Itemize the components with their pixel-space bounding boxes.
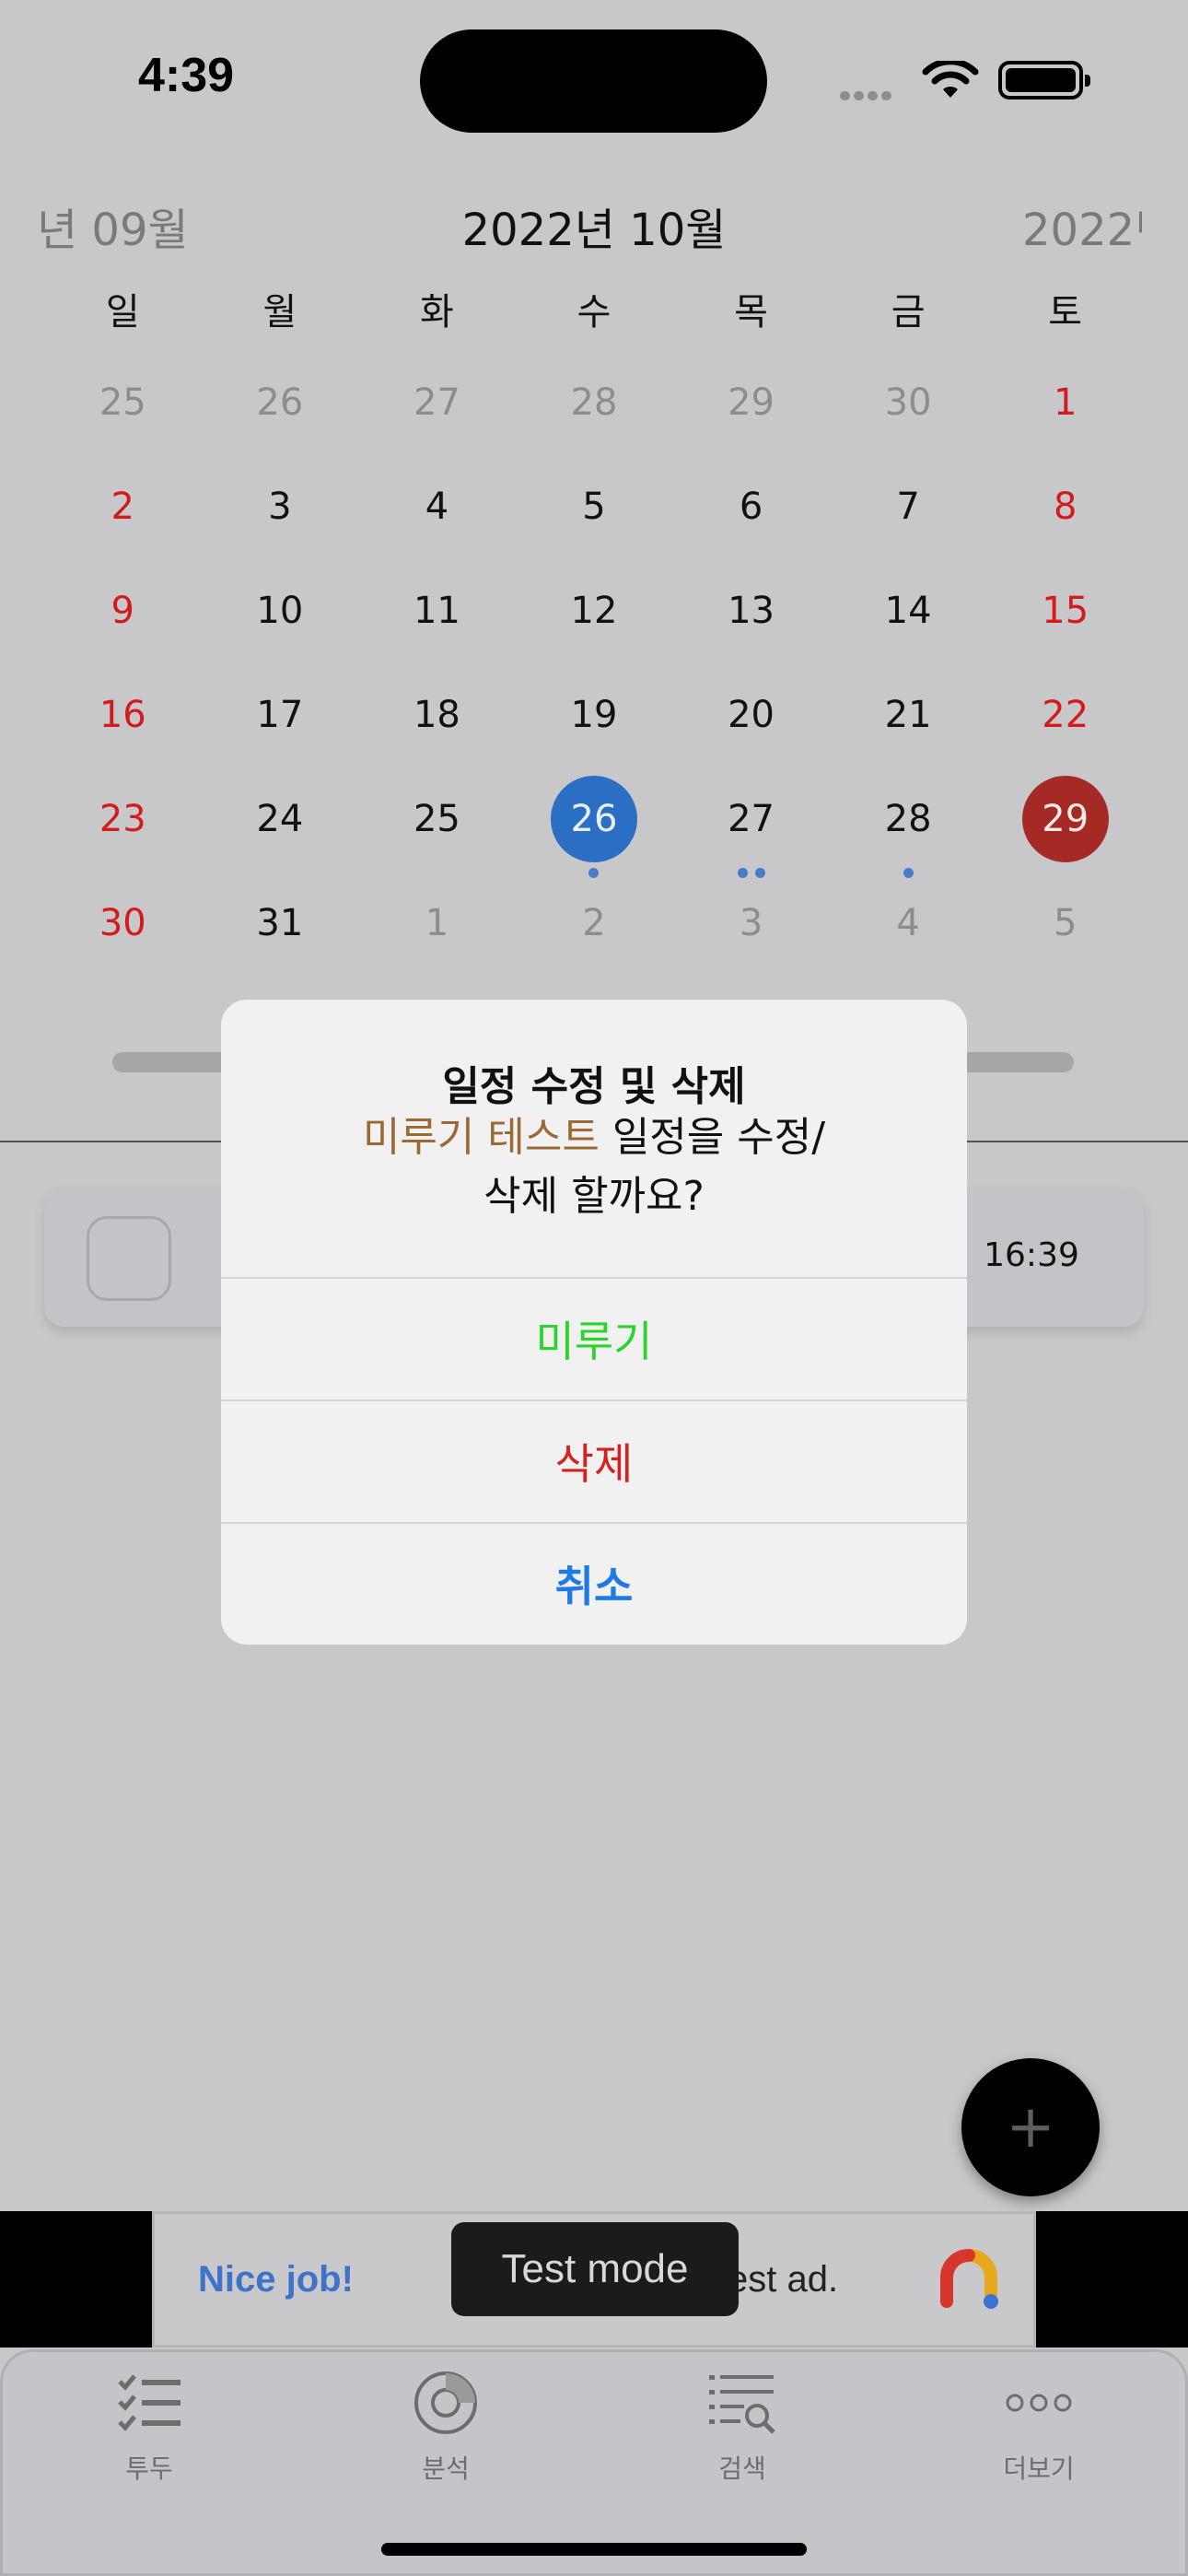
calendar-day[interactable]: 18 bbox=[358, 664, 516, 768]
calendar-day[interactable]: 23 bbox=[44, 768, 202, 872]
calendar-day[interactable]: 8 bbox=[986, 456, 1144, 560]
weekday-wed: 수 bbox=[577, 291, 611, 334]
todo-time: 16:39 bbox=[984, 1236, 1079, 1274]
admob-logo-icon bbox=[940, 2249, 998, 2309]
calendar-day[interactable]: 10 bbox=[202, 560, 359, 664]
ad-body-text: est ad. bbox=[728, 2259, 839, 2300]
calendar-day[interactable]: 26 bbox=[202, 352, 359, 456]
previous-month-label[interactable]: 년 09월 bbox=[37, 193, 184, 258]
tab-label: 분석 bbox=[422, 2453, 470, 2484]
postpone-button[interactable]: 미루기 bbox=[221, 1279, 967, 1399]
calendar-day[interactable]: 1 bbox=[986, 352, 1144, 456]
calendar-day[interactable]: 29 bbox=[672, 352, 830, 456]
calendar-day[interactable]: 6 bbox=[672, 456, 830, 560]
chart-icon bbox=[414, 2371, 477, 2434]
tab-more[interactable]: 더보기 bbox=[938, 2366, 1140, 2486]
calendar-day[interactable]: 5 bbox=[516, 456, 673, 560]
calendar-grid: 25 26 27 28 29 30 1 2 3 4 5 6 7 8 9 10 1… bbox=[44, 352, 1144, 977]
calendar-day[interactable]: 30 bbox=[830, 352, 987, 456]
calendar-day[interactable]: 14 bbox=[830, 560, 987, 664]
weekday-header: 일 월 화 수 목 금 토 bbox=[44, 282, 1144, 335]
tab-analysis[interactable]: 분석 bbox=[344, 2366, 547, 2486]
delete-button[interactable]: 삭제 bbox=[221, 1401, 967, 1521]
tab-label: 투두 bbox=[125, 2453, 173, 2484]
calendar-day[interactable]: 4 bbox=[358, 456, 516, 560]
calendar-day[interactable]: 31 bbox=[202, 872, 359, 977]
tab-label: 더보기 bbox=[1003, 2453, 1075, 2484]
cancel-button[interactable]: 취소 bbox=[221, 1524, 967, 1644]
checklist-icon bbox=[118, 2374, 181, 2431]
calendar-day[interactable]: 27 bbox=[358, 352, 516, 456]
tab-todo[interactable]: 투두 bbox=[48, 2366, 250, 2486]
add-todo-button[interactable]: + bbox=[961, 2058, 1100, 2196]
calendar-day[interactable]: 24 bbox=[202, 768, 359, 872]
status-time: 4:39 bbox=[138, 49, 235, 102]
calendar-day[interactable]: 21 bbox=[830, 664, 987, 768]
calendar-day[interactable]: 4 bbox=[830, 872, 987, 977]
dynamic-island bbox=[420, 29, 767, 133]
calendar-day[interactable]: 15 bbox=[986, 560, 1144, 664]
ad-headline: Nice job! bbox=[198, 2259, 354, 2300]
more-icon bbox=[1006, 2394, 1072, 2412]
calendar-day[interactable]: 25 bbox=[44, 352, 202, 456]
wifi-icon bbox=[922, 61, 979, 98]
calendar-day[interactable]: 28 bbox=[516, 352, 673, 456]
calendar-day[interactable]: 2 bbox=[516, 872, 673, 977]
calendar-day[interactable]: 17 bbox=[202, 664, 359, 768]
calendar-day-selected[interactable]: 26 bbox=[516, 768, 673, 878]
selected-day-marker: 26 bbox=[550, 776, 637, 862]
weekday-thu: 목 bbox=[734, 291, 768, 334]
dialog-event-name: 미루기 테스트 bbox=[362, 1114, 600, 1161]
calendar-day[interactable]: 13 bbox=[672, 560, 830, 664]
edit-delete-dialog: 일정 수정 및 삭제 미루기 테스트 일정을 수정/ 삭제 할까요? 미루기 삭… bbox=[221, 1000, 967, 1645]
calendar-day[interactable]: 2 bbox=[44, 456, 202, 560]
calendar-day[interactable]: 30 bbox=[44, 872, 202, 977]
calendar-day[interactable]: 9 bbox=[44, 560, 202, 664]
tab-label: 검색 bbox=[718, 2453, 766, 2484]
dialog-message-text: 일정을 수정/ bbox=[599, 1114, 826, 1161]
calendar-day[interactable]: 22 bbox=[986, 664, 1144, 768]
calendar-day[interactable]: 7 bbox=[830, 456, 987, 560]
tab-search[interactable]: 검색 bbox=[641, 2366, 844, 2486]
calendar-day[interactable]: 11 bbox=[358, 560, 516, 664]
today-marker: 29 bbox=[1021, 776, 1109, 862]
todo-checkbox[interactable] bbox=[87, 1216, 171, 1301]
weekday-sun: 일 bbox=[105, 291, 140, 334]
calendar-day[interactable]: 28 bbox=[830, 768, 987, 878]
current-month-title: 2022년 10월 bbox=[461, 205, 727, 256]
calendar-day[interactable]: 1 bbox=[358, 872, 516, 977]
test-mode-badge: Test mode bbox=[451, 2222, 739, 2316]
home-indicator[interactable] bbox=[381, 2543, 807, 2556]
calendar-day[interactable]: 3 bbox=[202, 456, 359, 560]
calendar-day[interactable]: 3 bbox=[672, 872, 830, 977]
search-list-icon bbox=[709, 2375, 775, 2434]
calendar-day[interactable]: 5 bbox=[986, 872, 1144, 977]
dialog-title: 일정 수정 및 삭제 bbox=[442, 1063, 746, 1110]
weekday-mon: 월 bbox=[262, 291, 297, 334]
weekday-sat: 토 bbox=[1048, 291, 1083, 334]
calendar-day[interactable]: 16 bbox=[44, 664, 202, 768]
weekday-fri: 금 bbox=[891, 291, 926, 334]
calendar-day[interactable]: 12 bbox=[516, 560, 673, 664]
calendar-day[interactable]: 27 bbox=[672, 768, 830, 878]
dialog-message-text-2: 삭제 할까요? bbox=[483, 1173, 705, 1220]
calendar-day[interactable]: 20 bbox=[672, 664, 830, 768]
cellular-signal-icon bbox=[840, 87, 904, 100]
calendar-day[interactable]: 25 bbox=[358, 768, 516, 872]
dialog-message: 미루기 테스트 일정을 수정/ 삭제 할까요? bbox=[276, 1108, 912, 1226]
calendar-day[interactable]: 19 bbox=[516, 664, 673, 768]
next-month-label[interactable]: 2022년 bbox=[1022, 193, 1142, 258]
plus-icon: + bbox=[1006, 2093, 1055, 2161]
battery-icon bbox=[998, 61, 1090, 100]
calendar-day-today[interactable]: 29 bbox=[986, 768, 1144, 872]
weekday-tue: 화 bbox=[420, 291, 454, 334]
